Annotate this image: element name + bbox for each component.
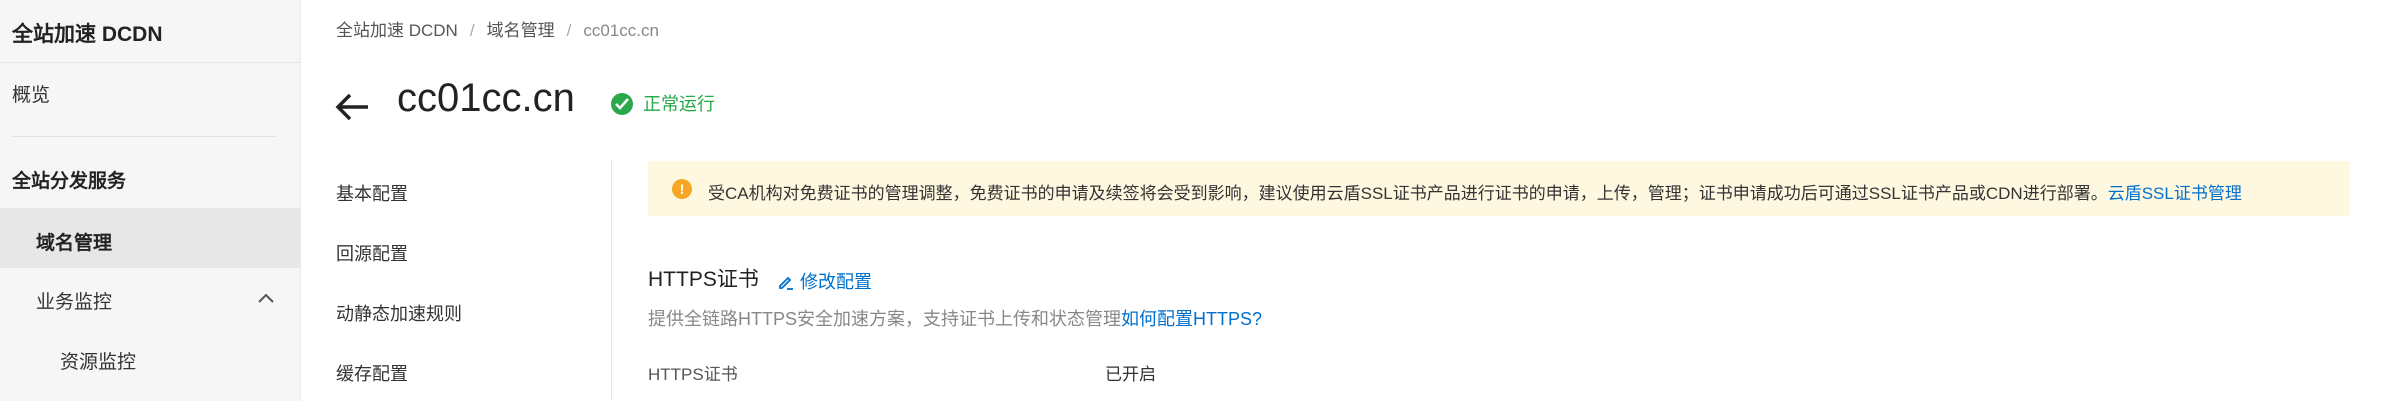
breadcrumb-section[interactable]: 域名管理 [487,21,555,40]
config-nav-basic[interactable]: 基本配置 [336,180,408,206]
sidebar-item-overview[interactable]: 概览 [12,80,50,107]
breadcrumb-separator: / [469,21,475,40]
warning-icon: ! [672,179,692,199]
breadcrumb-root[interactable]: 全站加速 DCDN [336,21,458,40]
edit-config-button[interactable]: 修改配置 [778,268,872,294]
sidebar: 全站加速 DCDN 概览 全站分发服务 域名管理 业务监控 资源监控 [0,0,301,401]
edit-config-label: 修改配置 [800,272,872,292]
edit-icon [779,276,793,290]
how-to-configure-https-link[interactable]: 如何配置HTTPS? [1121,309,1262,329]
divider [611,160,612,401]
back-arrow-icon[interactable] [334,88,372,126]
sidebar-divider [12,136,276,137]
https-cert-label: HTTPS证书 [648,365,738,384]
config-nav-origin[interactable]: 回源配置 [336,240,408,266]
https-cert-value: 已开启 [1105,365,1156,384]
status-badge: 正常运行 [611,90,715,116]
sidebar-item-business-monitor[interactable]: 业务监控 [36,287,112,314]
chevron-up-icon[interactable] [256,288,276,308]
notice-text: 受CA机构对免费证书的管理调整，免费证书的申请及续签将会受到影响，建议使用云盾S… [708,179,2242,204]
section-title: HTTPS证书 [648,268,759,291]
section-description-text: 提供全链路HTTPS安全加速方案，支持证书上传和状态管理 [648,309,1121,329]
sidebar-item-resource-monitor[interactable]: 资源监控 [60,347,136,374]
product-title: 全站加速 DCDN [0,0,300,63]
notice-message: 受CA机构对免费证书的管理调整，免费证书的申请及续签将会受到影响，建议使用云盾S… [708,184,2108,203]
check-circle-icon [611,93,633,115]
warning-notice: ! 受CA机构对免费证书的管理调整，免费证书的申请及续签将会受到影响，建议使用云… [648,161,2350,216]
breadcrumb-current: cc01cc.cn [583,21,659,40]
sidebar-item-domain-management[interactable]: 域名管理 [0,208,300,268]
config-nav-dynamic-static-rules[interactable]: 动静态加速规则 [336,300,462,326]
config-nav-cache[interactable]: 缓存配置 [336,360,408,386]
page-title: cc01cc.cn [397,76,575,120]
notice-ssl-link[interactable]: 云盾SSL证书管理 [2108,184,2242,203]
sidebar-item-label: 域名管理 [36,233,113,254]
breadcrumb: 全站加速 DCDN / 域名管理 / cc01cc.cn [336,16,659,41]
status-text: 正常运行 [643,94,715,114]
sidebar-group-title: 全站分发服务 [12,171,127,192]
breadcrumb-separator: / [566,21,572,40]
section-description: 提供全链路HTTPS安全加速方案，支持证书上传和状态管理如何配置HTTPS? [648,305,1262,331]
